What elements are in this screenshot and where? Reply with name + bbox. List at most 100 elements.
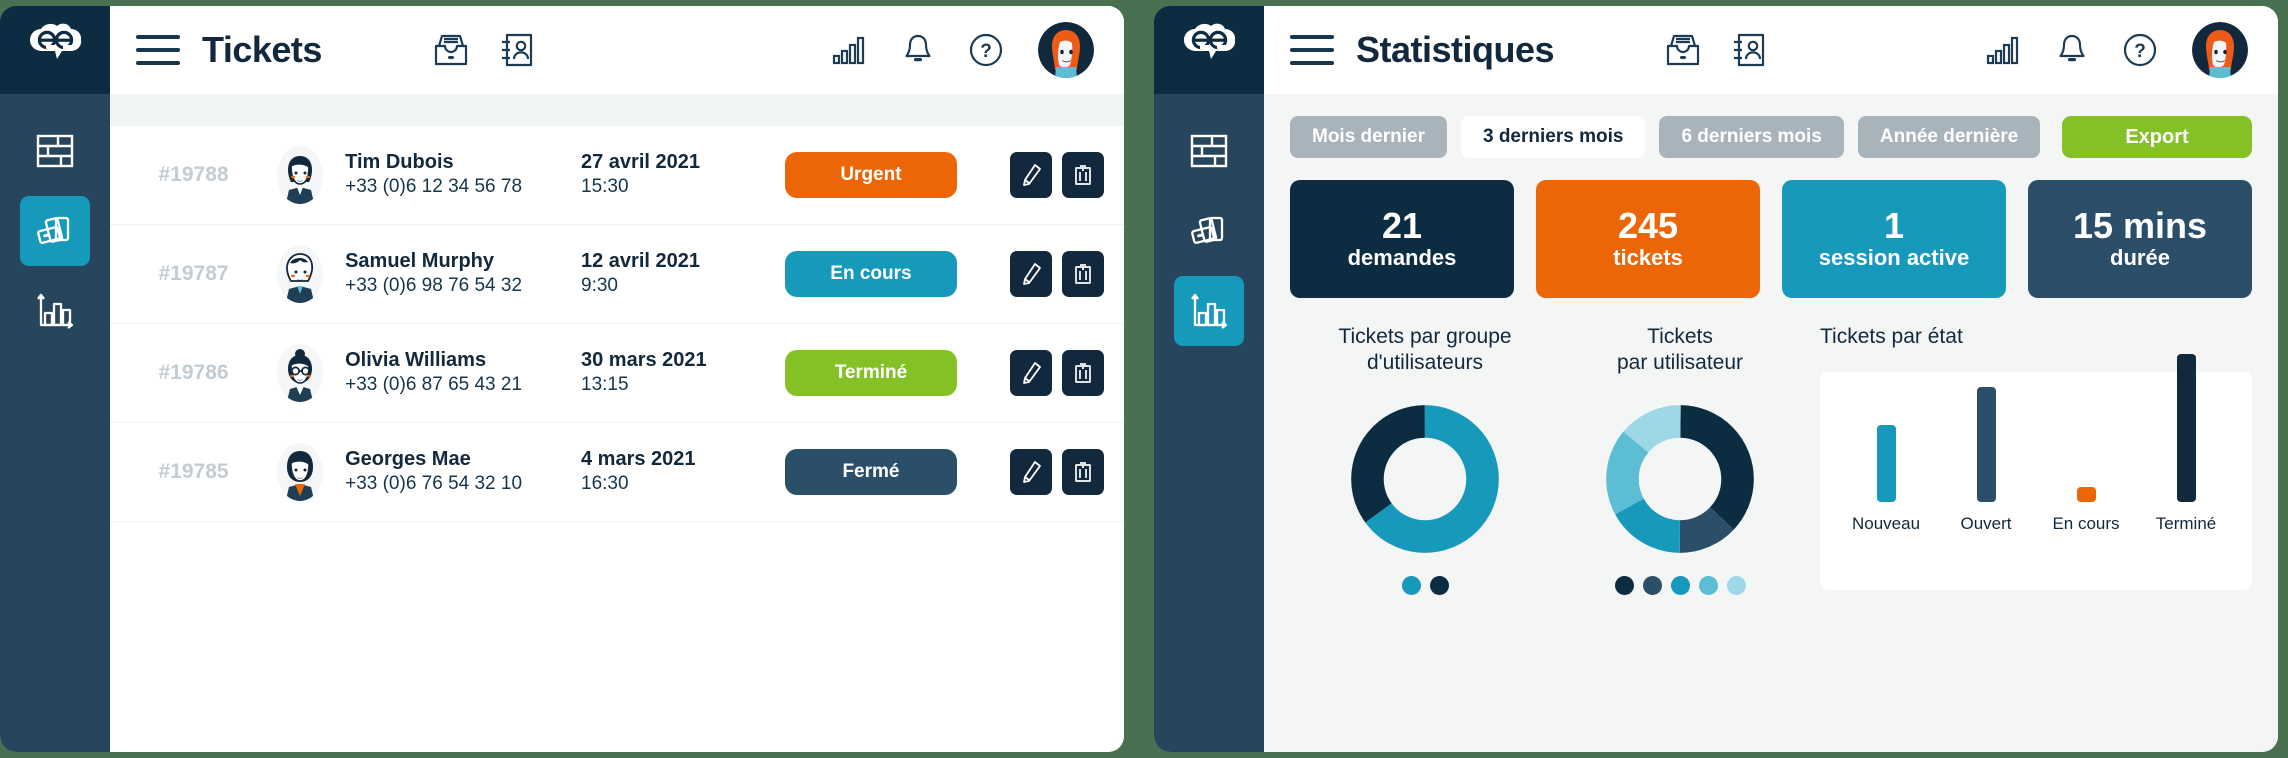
table-row[interactable]: #19787 Samuel Murphy +33 (0)6 98 76 54 3…: [110, 225, 1124, 324]
charts-row: Tickets par groupe d'utilisateurs Ticket…: [1290, 324, 2252, 752]
app-logo[interactable]: [1154, 6, 1264, 94]
delete-button[interactable]: [1062, 449, 1104, 495]
inbox-tray-icon[interactable]: [1664, 31, 1702, 69]
sidebar-item-tickets[interactable]: [20, 196, 90, 266]
contact-card-glyph: [501, 33, 533, 67]
legend-dot-utilisateur-1[interactable]: [1614, 575, 1634, 595]
avatar: [277, 146, 324, 204]
svg-text:?: ?: [980, 41, 992, 62]
donut-users-legend: [1614, 575, 1746, 595]
row-actions: [1010, 251, 1104, 297]
legend-dot-utilisateur-4[interactable]: [1698, 575, 1718, 595]
edit-button[interactable]: [1010, 152, 1052, 198]
ticket-date: 30 mars 2021: [581, 349, 707, 372]
edit-button[interactable]: [1010, 350, 1052, 396]
legend-dot-utilisateur-3[interactable]: [1670, 575, 1690, 595]
contact-phone: +33 (0)6 87 65 43 21: [345, 374, 523, 396]
kpi-card-demandes: 21 demandes: [1290, 180, 1514, 298]
help-circle-icon[interactable]: ?: [2122, 32, 2158, 68]
statistics-topbar: Statistiques ?: [1264, 6, 2278, 94]
left-rail-items: [0, 116, 110, 346]
bar-group-ouvert: Ouvert: [1940, 387, 2032, 534]
period-filters: Mois dernier 3 derniers mois 6 derniers …: [1290, 116, 2252, 158]
tickets-content: Tickets ? #19788 Tim Dubois +33 (0)6 12 …: [110, 6, 1124, 752]
help-circle-icon[interactable]: ?: [968, 32, 1004, 68]
bar-en-cours[interactable]: [2076, 487, 2096, 503]
avatar[interactable]: [1038, 22, 1094, 78]
filter-last-year[interactable]: Année dernière: [1857, 116, 2041, 158]
sidebar-item-statistics[interactable]: [20, 276, 90, 346]
grid-layout-icon: [36, 134, 74, 168]
ticket-status-cell: Terminé: [758, 350, 984, 396]
help-circle-glyph: ?: [2123, 33, 2157, 67]
avatar: [277, 245, 324, 303]
tickets-topbar: Tickets ?: [110, 6, 1124, 94]
delete-button[interactable]: [1062, 350, 1104, 396]
sidebar-item-dashboard[interactable]: [1174, 116, 1244, 186]
hamburger-menu-icon[interactable]: [1290, 35, 1334, 65]
cloud-ee-logo-icon: [1184, 23, 1236, 60]
delete-button[interactable]: [1062, 251, 1104, 297]
kpi-cards: 21 demandes 245 tickets 1 session active…: [1290, 180, 2252, 298]
edit-button[interactable]: [1010, 449, 1052, 495]
export-button[interactable]: Export: [2062, 116, 2252, 158]
pencil-icon: [1023, 263, 1041, 285]
ticket-id: #19786: [158, 361, 229, 384]
contact-phone: +33 (0)6 98 76 54 32: [345, 275, 523, 297]
contact-card-icon[interactable]: [500, 31, 534, 69]
bar-ouvert[interactable]: [1976, 387, 1996, 503]
topbar-mid-icons: [1664, 31, 1766, 69]
inbox-tray-icon[interactable]: [432, 31, 470, 69]
delete-button[interactable]: [1062, 152, 1104, 198]
kpi-label: session active: [1818, 244, 1970, 270]
bell-icon[interactable]: [2056, 33, 2088, 67]
kpi-label: tickets: [1613, 244, 1683, 270]
sidebar-item-statistics[interactable]: [1174, 276, 1244, 346]
hamburger-menu-icon[interactable]: [136, 35, 180, 65]
status-badge[interactable]: Fermé: [784, 449, 957, 495]
tickets-window: Tickets ? #19788 Tim Dubois +33 (0)6 12 …: [0, 6, 1124, 752]
status-badge[interactable]: En cours: [784, 251, 957, 297]
filter-last-month[interactable]: Mois dernier: [1290, 116, 1447, 158]
bar-label: Terminé: [2155, 514, 2217, 534]
status-badge[interactable]: Terminé: [784, 350, 957, 396]
filter-last-6-months[interactable]: 6 derniers mois: [1659, 116, 1844, 158]
table-row[interactable]: #19785 Georges Mae +33 (0)6 76 54 32 10 …: [110, 423, 1124, 522]
avatar-woman-orange-scarf: [285, 451, 315, 501]
legend-dot-utilisateur-5[interactable]: [1726, 575, 1746, 595]
sidebar-item-tickets[interactable]: [1174, 196, 1244, 266]
edit-button[interactable]: [1010, 251, 1052, 297]
contact-card-icon[interactable]: [1732, 31, 1766, 69]
ticket-status-cell: Fermé: [758, 449, 984, 495]
legend-dot-utilisateur-2[interactable]: [1642, 575, 1662, 595]
signal-bars-icon[interactable]: [1986, 35, 2022, 65]
ticket-datetime: 12 avril 2021 9:30: [581, 249, 758, 299]
table-row[interactable]: #19788 Tim Dubois +33 (0)6 12 34 56 78 2…: [110, 126, 1124, 225]
table-row[interactable]: #19786 Olivia Williams +33 (0)6 87 65 43…: [110, 324, 1124, 423]
sidebar-item-dashboard[interactable]: [20, 116, 90, 186]
ticket-time: 16:30: [581, 473, 629, 495]
inbox-tray-glyph: [434, 34, 468, 66]
signal-bars-icon[interactable]: [832, 35, 868, 65]
trash-icon: [1075, 363, 1091, 383]
app-logo[interactable]: [0, 6, 110, 94]
legend-dot-groupe-2[interactable]: [1429, 575, 1449, 595]
avatar[interactable]: [2192, 22, 2248, 78]
cards-stack-icon: [37, 216, 70, 244]
avatar-man-light-hair: [285, 253, 315, 303]
kpi-card-tickets: 245 tickets: [1536, 180, 1760, 298]
bar-nouveau[interactable]: [1876, 425, 1896, 503]
topbar-mid-icons: [432, 31, 534, 69]
status-badge[interactable]: Urgent: [784, 152, 957, 198]
bar-group-en-cours: En cours: [2040, 487, 2132, 534]
bell-icon[interactable]: [902, 33, 934, 67]
ticket-time: 9:30: [581, 275, 618, 297]
legend-dot-groupe-1[interactable]: [1401, 575, 1421, 595]
avatar-man-dark-hair: [285, 156, 315, 204]
chart-title: Tickets par groupe d'utilisateurs: [1338, 325, 1512, 375]
bar-termine[interactable]: [2176, 354, 2196, 503]
page-title: Statistiques: [1356, 29, 1555, 70]
filter-last-3-months[interactable]: 3 derniers mois: [1460, 116, 1646, 158]
signal-bars-glyph: [1986, 36, 2019, 65]
ticket-person: Olivia Williams +33 (0)6 87 65 43 21: [345, 348, 581, 398]
